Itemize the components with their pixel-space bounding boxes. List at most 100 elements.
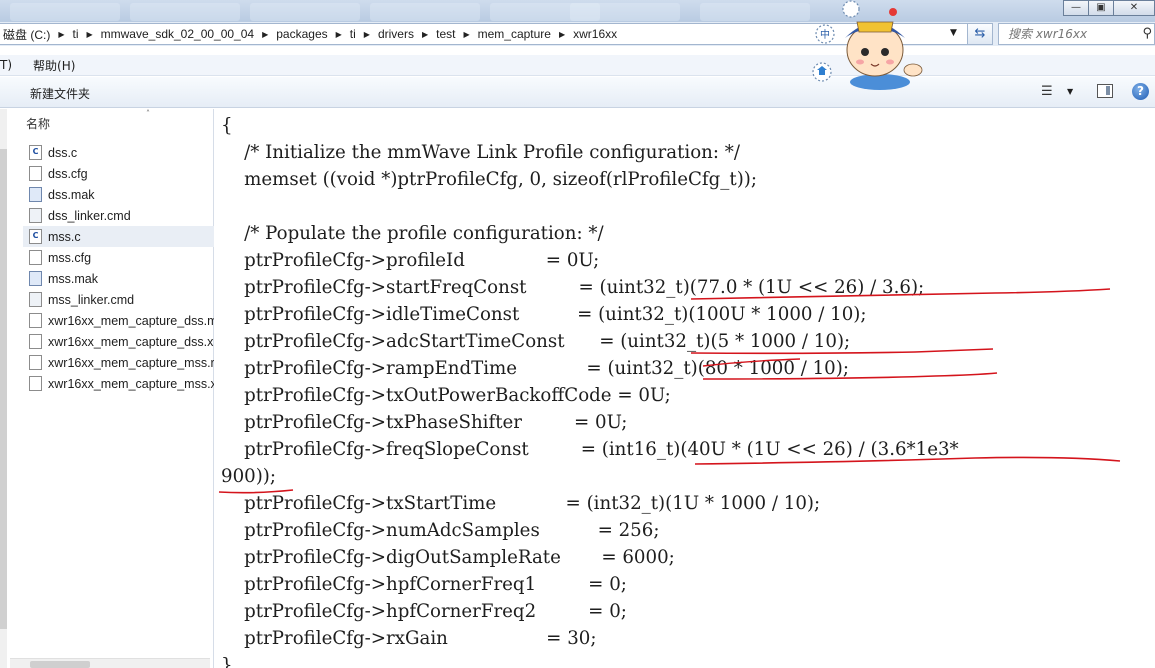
code-line: } xyxy=(221,655,233,668)
breadcrumb-item[interactable]: mem_capture xyxy=(475,27,554,41)
code-line: ptrProfileCfg->txOutPowerBackoffCode = 0… xyxy=(221,385,671,406)
code-line: ptrProfileCfg->adcStartTimeConst = (uint… xyxy=(221,331,851,352)
search-box[interactable]: ⚲ xyxy=(998,23,1155,45)
file-name: xwr16xx_mem_capture_dss.x xyxy=(48,334,214,349)
taskbar-tab[interactable] xyxy=(570,3,680,21)
file-list-item[interactable]: dss.mak xyxy=(23,184,214,205)
help-icon[interactable]: ? xyxy=(1132,83,1149,100)
scrollbar-thumb[interactable] xyxy=(30,661,90,668)
code-line: ptrProfileCfg->rxGain = 30; xyxy=(221,628,597,649)
toolbar: 新建文件夹 ☰ ▼ ? xyxy=(0,77,1155,108)
horizontal-scrollbar[interactable] xyxy=(10,658,210,668)
breadcrumb-separator-icon[interactable]: ▶ xyxy=(81,30,97,39)
chevron-down-icon[interactable]: ▼ xyxy=(1067,87,1073,96)
breadcrumb-item[interactable]: ti xyxy=(69,27,81,41)
code-line: ptrProfileCfg->hpfCornerFreq2 = 0; xyxy=(221,601,627,622)
address-bar: 磁盘 (C:) ▶ ti ▶ mmwave_sdk_02_00_00_04 ▶ packag… xyxy=(0,22,1155,46)
code-preview-pane: { /* Initialize the mmWave Link Profile … xyxy=(215,109,1155,668)
code-line: ptrProfileCfg->idleTimeConst = (uint32_t… xyxy=(221,304,867,325)
refresh-button[interactable]: ⇆ xyxy=(967,23,993,45)
file-list-item[interactable]: mss_linker.cmd xyxy=(23,289,214,310)
command-file-icon xyxy=(29,292,42,307)
c-source-file-icon: C xyxy=(29,229,42,244)
breadcrumb-separator-icon[interactable]: ▶ xyxy=(331,30,347,39)
file-name: xwr16xx_mem_capture_dss.m xyxy=(48,313,214,328)
close-button[interactable]: ✕ xyxy=(1113,0,1155,16)
file-list-item[interactable]: xwr16xx_mem_capture_dss.m xyxy=(23,310,214,331)
column-header-name[interactable]: 名称 xyxy=(26,115,50,132)
code-line: ptrProfileCfg->profileId = 0U; xyxy=(221,250,600,271)
taskbar-tab[interactable] xyxy=(250,3,360,21)
makefile-icon xyxy=(29,271,42,286)
file-name: xwr16xx_mem_capture_mss.x xyxy=(48,376,214,391)
sort-arrow-icon: ˄ xyxy=(146,109,150,118)
command-file-icon xyxy=(29,208,42,223)
file-name: xwr16xx_mem_capture_mss.r xyxy=(48,355,214,370)
file-name: dss.c xyxy=(48,145,78,160)
code-line: /* Initialize the mmWave Link Profile co… xyxy=(221,142,740,163)
file-list-item[interactable]: xwr16xx_mem_capture_dss.x xyxy=(23,331,214,352)
file-list: Cdss.c dss.cfg dss.mak dss_linker.cmd Cmss.c… xyxy=(23,142,214,394)
breadcrumb-separator-icon[interactable]: ▶ xyxy=(554,30,570,39)
search-input[interactable] xyxy=(1008,27,1136,41)
menu-tools[interactable]: T) xyxy=(0,58,17,72)
file-list-item[interactable]: dss_linker.cmd xyxy=(23,205,214,226)
makefile-icon xyxy=(29,187,42,202)
document-file-icon xyxy=(29,376,42,391)
breadcrumb-separator-icon[interactable]: ▶ xyxy=(53,30,69,39)
file-name: dss_linker.cmd xyxy=(48,208,131,223)
breadcrumb-separator-icon[interactable]: ▶ xyxy=(417,30,433,39)
breadcrumb-item[interactable]: xwr16xx xyxy=(570,27,620,41)
code-line: /* Populate the profile configuration: *… xyxy=(221,223,604,244)
file-list-item[interactable]: mss.mak xyxy=(23,268,214,289)
document-file-icon xyxy=(29,166,42,181)
file-list-item[interactable]: xwr16xx_mem_capture_mss.r xyxy=(23,352,214,373)
menu-help[interactable]: 帮助(H) xyxy=(33,57,80,74)
breadcrumb-separator-icon[interactable]: ▶ xyxy=(359,30,375,39)
refresh-icon: ⇆ xyxy=(974,26,986,41)
breadcrumb-item[interactable]: test xyxy=(433,27,458,41)
mascot-sticker: 中 xyxy=(812,0,923,90)
chevron-down-icon[interactable]: ▼ xyxy=(950,28,957,38)
file-name: mss.cfg xyxy=(48,250,92,265)
breadcrumb-separator-icon[interactable]: ▶ xyxy=(458,30,474,39)
scrollbar-thumb[interactable] xyxy=(0,149,7,629)
taskbar-tab[interactable] xyxy=(370,3,480,21)
code-line: ptrProfileCfg->hpfCornerFreq1 = 0; xyxy=(221,574,627,595)
code-line: ptrProfileCfg->digOutSampleRate = 6000; xyxy=(221,547,675,568)
breadcrumb-item[interactable]: 磁盘 (C:) xyxy=(0,26,53,43)
breadcrumb-item[interactable]: packages xyxy=(273,27,330,41)
code-line: ptrProfileCfg->rampEndTime = (uint32_t)(… xyxy=(221,358,849,379)
document-file-icon xyxy=(29,250,42,265)
code-line: ptrProfileCfg->startFreqConst = (uint32_… xyxy=(221,277,925,298)
maximize-button[interactable]: ▣ xyxy=(1088,0,1114,16)
menu-bar: T) 帮助(H) xyxy=(0,55,1155,76)
taskbar-tab[interactable] xyxy=(130,3,240,21)
file-name: mss.mak xyxy=(48,271,98,286)
view-options-icon[interactable]: ☰ xyxy=(1041,84,1053,99)
vertical-scrollbar[interactable] xyxy=(0,109,7,668)
file-list-item[interactable]: xwr16xx_mem_capture_mss.x xyxy=(23,373,214,394)
taskbar-tab[interactable] xyxy=(700,3,810,21)
file-list-item[interactable]: dss.cfg xyxy=(23,163,214,184)
search-icon[interactable]: ⚲ xyxy=(1142,26,1152,41)
code-line: memset ((void *)ptrProfileCfg, 0, sizeof… xyxy=(221,169,758,190)
c-source-file-icon: C xyxy=(29,145,42,160)
svg-text:中: 中 xyxy=(820,28,830,41)
file-list-item[interactable]: mss.cfg xyxy=(23,247,214,268)
breadcrumb-separator-icon[interactable]: ▶ xyxy=(257,30,273,39)
new-folder-button[interactable]: 新建文件夹 xyxy=(30,85,90,102)
preview-pane-button[interactable] xyxy=(1097,84,1113,98)
taskbar-tab[interactable] xyxy=(10,3,120,21)
breadcrumb-item[interactable]: drivers xyxy=(375,27,417,41)
file-list-item[interactable]: Cmss.c xyxy=(23,226,214,247)
minimize-button[interactable]: — xyxy=(1063,0,1089,16)
document-file-icon xyxy=(29,313,42,328)
document-file-icon xyxy=(29,355,42,370)
file-list-item[interactable]: Cdss.c xyxy=(23,142,214,163)
breadcrumb-item[interactable]: mmwave_sdk_02_00_00_04 xyxy=(98,27,257,41)
file-list-pane: 名称 ˄ Cdss.c dss.cfg dss.mak dss_linker.cmd C… xyxy=(0,109,214,668)
code-line: ptrProfileCfg->numAdcSamples = 256; xyxy=(221,520,660,541)
code-line: { xyxy=(221,115,233,136)
breadcrumb-item[interactable]: ti xyxy=(347,27,359,41)
